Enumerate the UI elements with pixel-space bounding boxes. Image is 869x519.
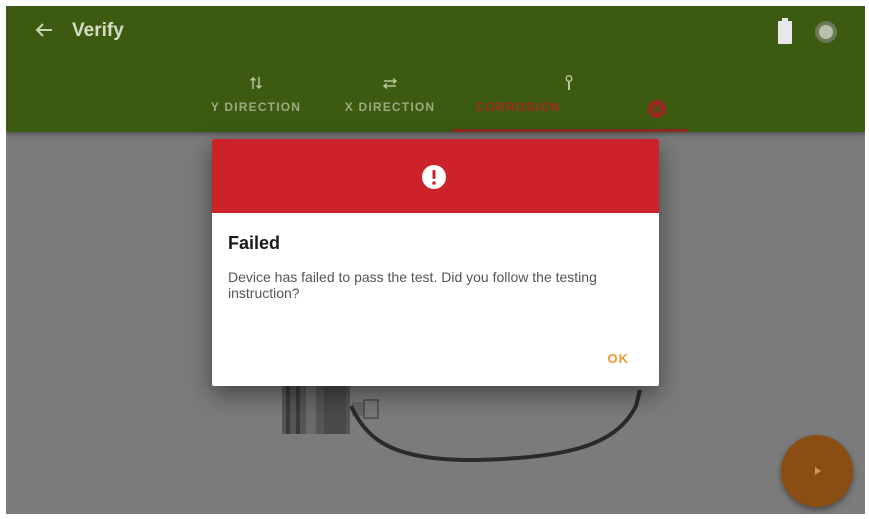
battery-full-icon — [778, 18, 792, 44]
active-tab-indicator — [452, 129, 688, 132]
dialog-message: Device has failed to pass the test. Did … — [228, 269, 597, 301]
alert-exclamation-icon — [422, 165, 446, 189]
tab-label: Y DIRECTION — [210, 100, 302, 114]
cable — [349, 389, 642, 463]
tab-x-direction[interactable]: X DIRECTION — [332, 70, 448, 132]
tab-corrosion[interactable]: CORROSION — [462, 70, 574, 132]
arrows-vertical-icon — [250, 77, 262, 89]
tab-y-direction[interactable]: Y DIRECTION — [196, 70, 316, 132]
back-button[interactable] — [32, 18, 56, 42]
fail-x-icon — [648, 100, 666, 118]
failed-dialog: Failed Device has failed to pass the tes… — [212, 139, 659, 386]
tab-label: X DIRECTION — [344, 100, 436, 114]
ok-button[interactable]: OK — [608, 351, 630, 366]
play-icon — [815, 467, 821, 475]
status-dot-icon — [815, 21, 837, 43]
app-bar: Verify Y DIRECTION X DIRECTION CORROSION — [6, 6, 865, 132]
arrow-left-icon — [35, 23, 52, 37]
arrows-horizontal-icon — [382, 77, 398, 90]
dialog-title: Failed — [228, 233, 281, 253]
app-frame: Verify Y DIRECTION X DIRECTION CORROSION… — [6, 6, 865, 514]
probe-icon — [565, 75, 573, 90]
dialog-header — [212, 139, 659, 213]
tab-label: CORROSION — [475, 100, 561, 114]
play-button[interactable] — [781, 435, 853, 507]
page-title: Verify — [72, 20, 124, 41]
